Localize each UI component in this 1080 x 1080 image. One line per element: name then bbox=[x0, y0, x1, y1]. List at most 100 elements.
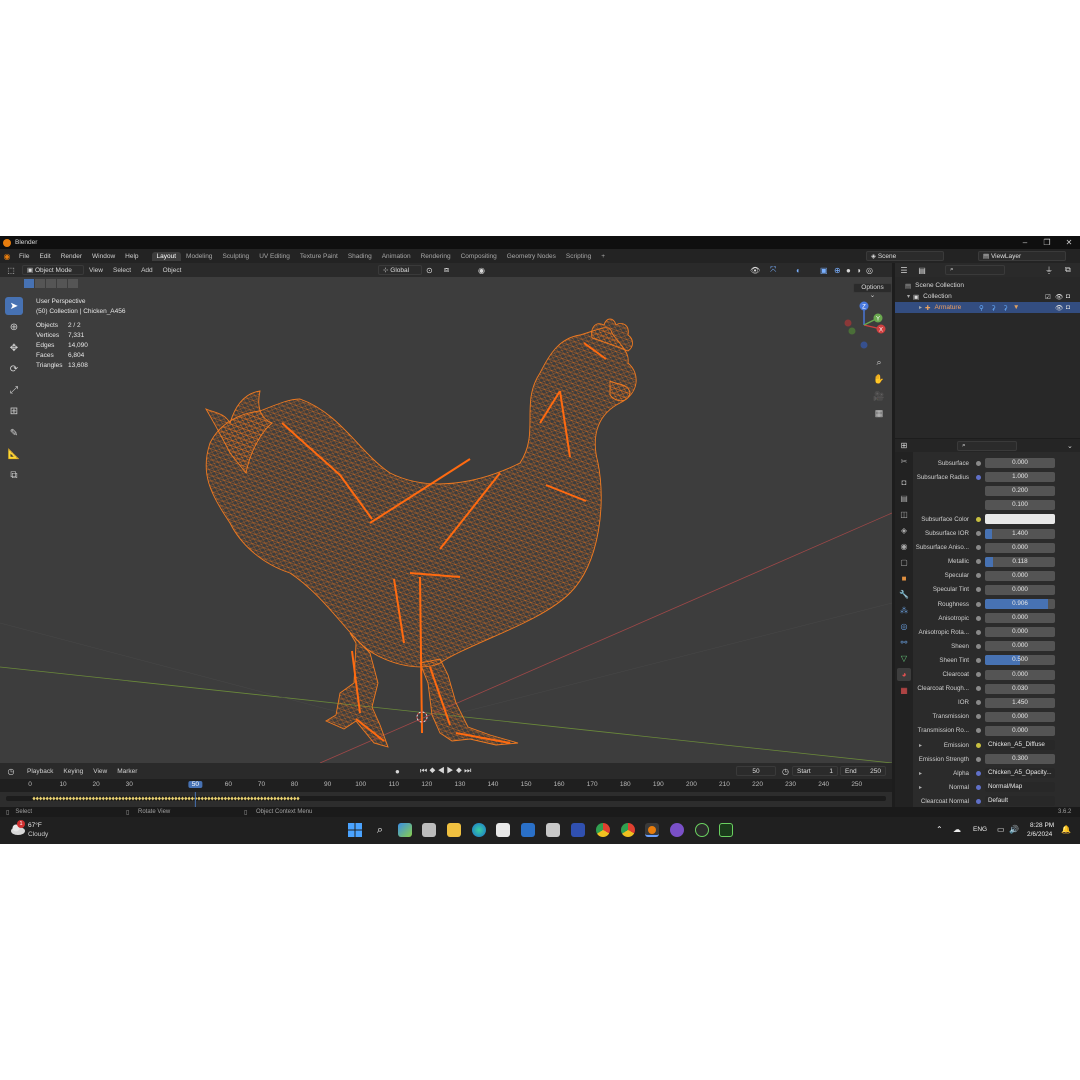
value-slider[interactable]: 1.000 bbox=[985, 472, 1055, 483]
maximize-button[interactable]: ❐ bbox=[1036, 236, 1058, 249]
xray-icon[interactable]: ▣ bbox=[820, 266, 828, 275]
overlays-icon[interactable]: ◐ bbox=[796, 266, 801, 275]
pan-hand-icon[interactable]: ✋ bbox=[872, 372, 886, 386]
select-intersect-icon[interactable] bbox=[68, 279, 78, 288]
linked-node-field[interactable]: Normal/Map bbox=[985, 782, 1055, 793]
edge-browser-icon[interactable] bbox=[472, 823, 486, 837]
outliner-scene-collection[interactable]: ▤ Scene Collection bbox=[895, 280, 1080, 291]
socket-icon[interactable] bbox=[976, 460, 981, 466]
tab-geometry-nodes[interactable]: Geometry Nodes bbox=[502, 252, 561, 261]
menu-window[interactable]: Window bbox=[87, 253, 120, 260]
outliner-collection[interactable]: ▾ ▣ Collection ☑ 👁 ◘ bbox=[895, 291, 1080, 302]
frame-ruler[interactable]: 0 10 20 30 50 60 70 80 90 100 110 120 130 140 150 160 17… bbox=[0, 779, 892, 792]
select-box-tool-icon[interactable]: ➤ bbox=[5, 297, 23, 315]
value-slider[interactable]: 0.000 bbox=[985, 627, 1055, 638]
timeline-menu-marker[interactable]: Marker bbox=[112, 768, 142, 775]
outliner-search-input[interactable]: ⌕ bbox=[945, 265, 1005, 275]
next-key-icon[interactable]: ◆ bbox=[456, 766, 464, 775]
tab-shading[interactable]: Shading bbox=[343, 252, 377, 261]
particles-tab-icon[interactable]: ⁂ bbox=[897, 604, 911, 617]
nvidia-icon[interactable] bbox=[719, 823, 733, 837]
value-slider[interactable]: 0.200 bbox=[985, 486, 1055, 497]
expand-icon[interactable]: ▸ bbox=[919, 784, 922, 791]
value-slider[interactable]: 0.100 bbox=[985, 500, 1055, 511]
collection-tab-icon[interactable]: ▢ bbox=[897, 556, 911, 569]
object-tab-icon[interactable]: ■ bbox=[897, 572, 911, 585]
blender-menu-icon[interactable]: ◉ bbox=[0, 252, 14, 261]
camera-view-icon[interactable]: 🎥 bbox=[872, 389, 886, 403]
material-shading-icon[interactable]: ◑ bbox=[856, 266, 861, 275]
timeline-menu-playback[interactable]: Playback bbox=[22, 768, 58, 775]
rotate-tool-icon[interactable]: ⟳ bbox=[5, 360, 23, 378]
minimize-button[interactable]: – bbox=[1014, 236, 1036, 249]
app-icon[interactable] bbox=[546, 823, 560, 837]
socket-icon[interactable] bbox=[976, 573, 981, 579]
outliner-editor-icon[interactable]: ☰ bbox=[895, 266, 913, 275]
pivot-icon[interactable]: ⊙ bbox=[426, 266, 433, 275]
socket-icon[interactable] bbox=[976, 587, 981, 593]
wireframe-shading-icon[interactable]: ⊕ bbox=[834, 266, 841, 275]
tray-chevron-icon[interactable]: ⌃ bbox=[936, 825, 943, 834]
value-slider[interactable]: 0.906 bbox=[985, 599, 1055, 609]
transform-tool-icon[interactable]: ⊞ bbox=[5, 402, 23, 420]
select-invert-icon[interactable] bbox=[57, 279, 67, 288]
modifier-tab-icon[interactable]: 🔧 bbox=[897, 588, 911, 601]
visibility-icon[interactable]: 👁 bbox=[750, 266, 760, 275]
color-swatch[interactable] bbox=[985, 514, 1055, 525]
proportional-edit-icon[interactable]: ◉ bbox=[478, 266, 485, 275]
widgets-icon[interactable] bbox=[398, 823, 412, 837]
value-slider[interactable]: 0.000 bbox=[985, 458, 1055, 468]
linked-node-field[interactable]: Chicken_A5_Opacity... bbox=[985, 768, 1055, 779]
eye-icon[interactable]: 👁 bbox=[1055, 293, 1063, 301]
start-windows-icon[interactable] bbox=[348, 823, 362, 837]
eye-icon[interactable]: 👁 bbox=[1055, 304, 1063, 312]
socket-icon[interactable] bbox=[976, 601, 981, 607]
socket-icon[interactable] bbox=[976, 615, 981, 621]
value-slider[interactable]: 1.450 bbox=[985, 697, 1055, 708]
chrome-icon[interactable] bbox=[596, 823, 610, 837]
value-slider[interactable]: 0.000 bbox=[985, 542, 1055, 553]
viber-icon[interactable] bbox=[670, 823, 684, 837]
timeline-menu-keying[interactable]: Keying bbox=[58, 768, 88, 775]
value-slider[interactable]: 0.030 bbox=[985, 683, 1055, 694]
display-mode-icon[interactable]: ▤ bbox=[913, 266, 931, 275]
add-cube-tool-icon[interactable]: ⧉ bbox=[5, 466, 23, 484]
ortho-grid-icon[interactable]: ▦ bbox=[872, 406, 886, 420]
physics-tab-icon[interactable]: ◎ bbox=[897, 620, 911, 633]
value-slider[interactable]: 0.000 bbox=[985, 669, 1055, 680]
socket-icon[interactable] bbox=[976, 742, 981, 748]
material-tab-icon[interactable]: ◕ bbox=[897, 668, 911, 681]
timeline-menu-view[interactable]: View bbox=[88, 768, 112, 775]
value-slider[interactable]: 0.500 bbox=[985, 655, 1055, 666]
tab-rendering[interactable]: Rendering bbox=[416, 252, 456, 261]
options-button[interactable]: Options ⌄ bbox=[853, 283, 892, 299]
close-button[interactable]: ✕ bbox=[1058, 236, 1080, 249]
properties-search-input[interactable]: ⌕ bbox=[957, 440, 1017, 451]
add-workspace-button[interactable]: + bbox=[596, 252, 610, 261]
value-slider[interactable]: 0.000 bbox=[985, 584, 1055, 595]
store-icon[interactable] bbox=[521, 823, 535, 837]
clock-date[interactable]: 2/6/2024 bbox=[1027, 831, 1052, 838]
select-new-icon[interactable] bbox=[24, 279, 34, 288]
notification-bell-icon[interactable]: 🔔 bbox=[1061, 825, 1071, 834]
socket-icon[interactable] bbox=[976, 474, 981, 480]
properties-editor-icon[interactable]: ⊞ bbox=[895, 441, 913, 450]
socket-icon[interactable] bbox=[976, 657, 981, 663]
jump-end-icon[interactable]: ⏭ bbox=[464, 766, 473, 775]
timeline-editor-icon[interactable]: ◷ bbox=[0, 767, 22, 776]
socket-icon[interactable] bbox=[976, 770, 981, 776]
rendered-shading-icon[interactable]: ◎ bbox=[866, 266, 873, 275]
outliner-armature[interactable]: ▸ ✚ Armature ⚲ ⚳ ⚳ ▼ 👁 ◘ bbox=[895, 302, 1080, 313]
expand-icon[interactable]: ▸ bbox=[919, 304, 922, 311]
value-slider[interactable]: 0.300 bbox=[985, 754, 1055, 765]
tab-layout[interactable]: Layout bbox=[151, 251, 182, 261]
socket-icon[interactable] bbox=[976, 686, 981, 692]
scene-tab-icon[interactable]: ◈ bbox=[897, 524, 911, 537]
output-tab-icon[interactable]: ▤ bbox=[897, 492, 911, 505]
tab-texture-paint[interactable]: Texture Paint bbox=[295, 252, 343, 261]
socket-icon[interactable] bbox=[976, 714, 981, 720]
transform-orientation-selector[interactable]: ⊹ Global bbox=[378, 265, 422, 275]
task-view-icon[interactable] bbox=[422, 823, 436, 837]
tab-compositing[interactable]: Compositing bbox=[456, 252, 502, 261]
value-slider[interactable]: 0.000 bbox=[985, 613, 1055, 624]
